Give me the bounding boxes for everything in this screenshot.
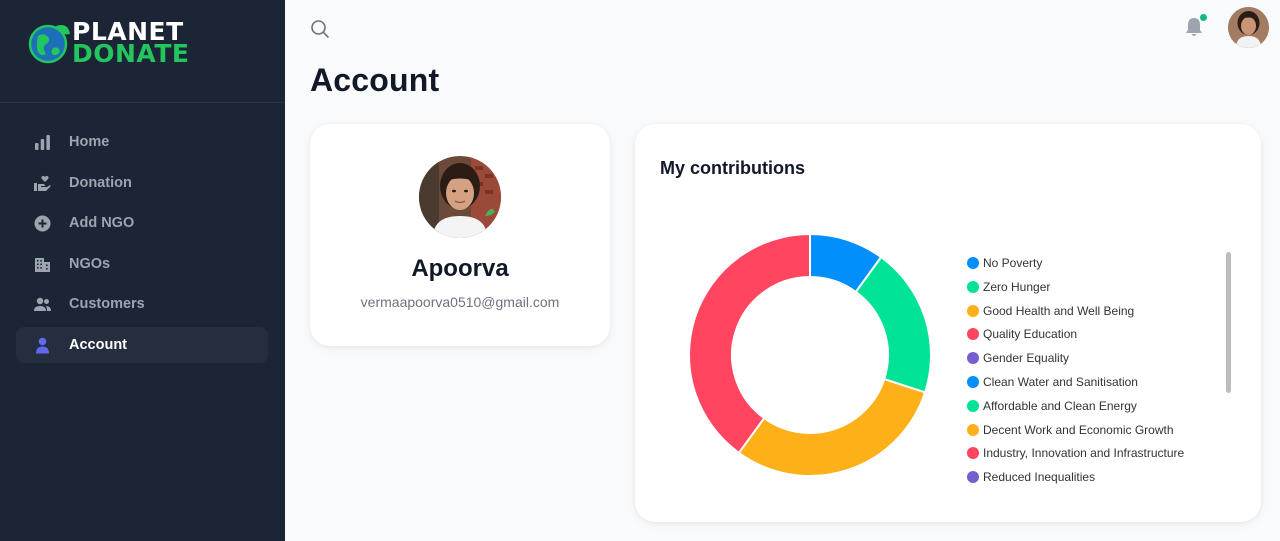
legend-label: Affordable and Clean Energy: [983, 398, 1137, 413]
sidebar: PLANET DONATE Home Donation Add NGO NGOs…: [0, 0, 285, 541]
profile-email: vermaapoorva0510@gmail.com: [360, 294, 560, 310]
legend-item[interactable]: Quality Education: [966, 323, 1226, 347]
legend-item[interactable]: No Poverty: [966, 252, 1226, 276]
plus-circle-icon: [34, 215, 51, 232]
sidebar-nav: Home Donation Add NGO NGOs Customers Acc…: [16, 124, 268, 368]
sidebar-item-account[interactable]: Account: [16, 326, 268, 363]
legend-item[interactable]: Industry, Innovation and Infrastructure: [966, 442, 1226, 466]
legend-marker: [967, 447, 979, 460]
users-icon: [34, 298, 51, 312]
legend-marker: [967, 375, 979, 388]
legend-label: Reduced Inequalities: [983, 470, 1096, 485]
donut-slice[interactable]: [737, 377, 927, 477]
legend-item[interactable]: Affordable and Clean Energy: [966, 395, 1226, 419]
sidebar-item-donation[interactable]: Donation: [16, 165, 268, 201]
user-icon: [36, 337, 49, 354]
legend-marker: [967, 257, 979, 269]
sidebar-divider: [0, 102, 285, 103]
chart-legend: No Poverty Zero Hunger Good Health and Wel…: [966, 252, 1226, 490]
legend-label: Gender Equality: [983, 351, 1070, 366]
legend-label: Clean Water and Sanitisation: [983, 374, 1138, 389]
sidebar-item-label: Add NGO: [69, 215, 135, 232]
legend-label: Decent Work and Economic Growth: [983, 422, 1174, 437]
legend-item[interactable]: Reduced Inequalities: [966, 466, 1226, 490]
legend-label: Zero Hunger: [983, 279, 1051, 294]
legend-item[interactable]: Good Health and Well Being: [966, 300, 1226, 324]
bar-chart-icon: [35, 135, 50, 150]
profile-card: Apoorva vermaapoorva0510@gmail.com: [310, 124, 610, 346]
planet-donate-logo[interactable]: PLANET DONATE: [26, 19, 236, 70]
donut-slice[interactable]: [688, 232, 811, 455]
legend-marker: [967, 399, 979, 412]
hand-heart-icon: [34, 175, 51, 191]
legend-scrollbar[interactable]: [1226, 252, 1231, 393]
notification-badge: [1199, 13, 1208, 22]
legend-item[interactable]: Zero Hunger: [966, 276, 1226, 300]
legend-item[interactable]: Clean Water and Sanitisation: [966, 371, 1226, 395]
page-title: Account: [310, 62, 440, 98]
search-icon[interactable]: [309, 18, 331, 40]
legend-marker: [967, 471, 979, 484]
legend-marker: [967, 304, 979, 317]
sidebar-item-label: Customers: [69, 296, 145, 313]
logo-text: PLANET DONATE: [72, 19, 190, 68]
profile-avatar: [419, 156, 501, 238]
avatar[interactable]: [1228, 7, 1269, 48]
contributions-card: My contributions No Poverty Zero Hunger Go…: [635, 124, 1261, 522]
donut-slice[interactable]: [854, 255, 932, 394]
legend-marker: [967, 328, 979, 341]
sidebar-item-add-ngo[interactable]: Add NGO: [16, 205, 268, 241]
sidebar-item-label: Home: [69, 134, 110, 150]
legend-label: No Poverty: [983, 256, 1043, 270]
profile-photo: [419, 156, 501, 238]
sidebar-item-ngos[interactable]: NGOs: [16, 246, 268, 282]
building-icon: [35, 257, 50, 272]
avatar-image: [1228, 7, 1269, 48]
legend-label: Good Health and Well Being: [983, 303, 1135, 318]
legend-item[interactable]: Gender Equality: [966, 347, 1226, 371]
contributions-title: My contributions: [660, 158, 805, 178]
legend-label: Quality Education: [983, 327, 1078, 342]
sidebar-item-label: Account: [69, 336, 127, 353]
sidebar-item-customers[interactable]: Customers: [16, 286, 268, 322]
legend-item[interactable]: Decent Work and Economic Growth: [966, 419, 1226, 443]
globe-icon: [28, 24, 70, 64]
legend-marker: [967, 423, 979, 436]
sidebar-item-label: Donation: [69, 174, 132, 191]
legend-marker: [967, 352, 979, 365]
sidebar-item-label: NGOs: [69, 255, 111, 272]
donut-chart: [688, 232, 932, 477]
legend-label: Industry, Innovation and Infrastructure: [983, 446, 1185, 461]
profile-name: Apoorva: [411, 255, 509, 282]
logo-line-2: DONATE: [72, 39, 190, 68]
legend-marker: [967, 280, 979, 293]
sidebar-item-home[interactable]: Home: [16, 124, 268, 160]
